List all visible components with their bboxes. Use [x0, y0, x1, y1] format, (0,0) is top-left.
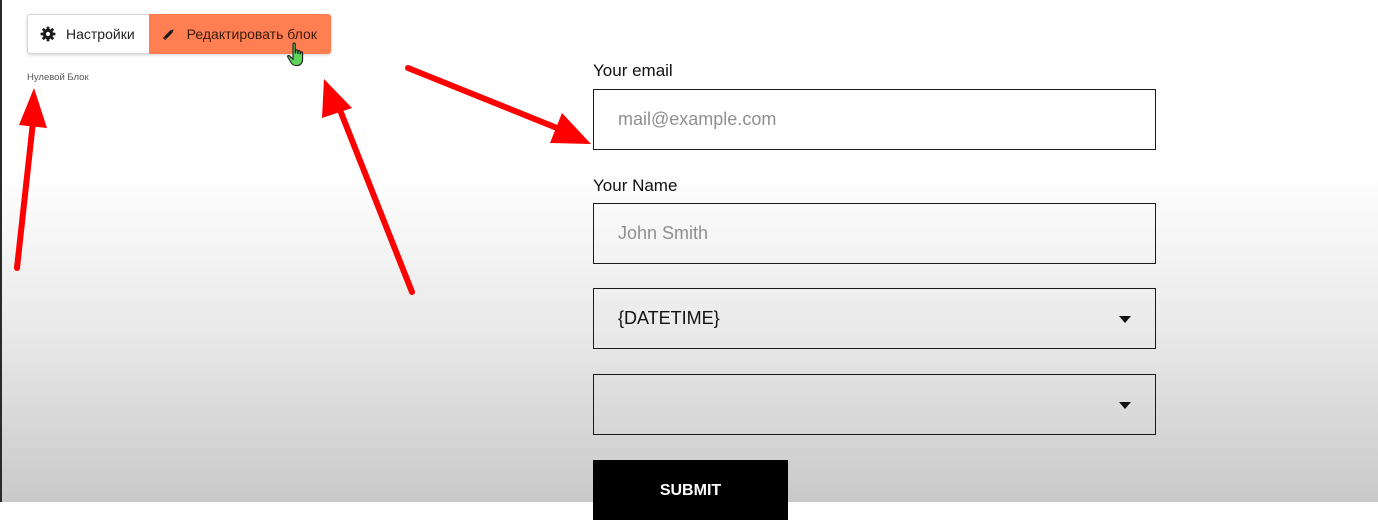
edit-block-label: Редактировать блок [186, 26, 317, 42]
datetime-select-value: {DATETIME} [618, 308, 720, 328]
hand-cursor-icon [286, 42, 308, 68]
email-label: Your email [593, 61, 673, 80]
second-select[interactable] [593, 374, 1156, 435]
settings-button[interactable]: Настройки [27, 14, 149, 54]
settings-label: Настройки [66, 26, 135, 42]
chevron-down-icon [1119, 402, 1131, 409]
arrow-to-email-field [405, 65, 591, 144]
datetime-select[interactable]: {DATETIME} [593, 288, 1156, 349]
gear-icon [40, 26, 56, 42]
arrow-to-edit-button [322, 79, 415, 295]
email-input[interactable] [593, 89, 1156, 150]
chevron-down-icon [1119, 316, 1131, 323]
zero-block-label: Нулевой Блок [27, 72, 89, 83]
name-input[interactable] [593, 203, 1156, 264]
submit-label: SUBMIT [659, 482, 722, 499]
window-edge [0, 0, 2, 502]
pencil-icon [161, 26, 177, 42]
submit-button[interactable]: SUBMIT [593, 460, 788, 520]
name-label: Your Name [593, 176, 678, 195]
arrow-to-block-label [14, 88, 47, 271]
